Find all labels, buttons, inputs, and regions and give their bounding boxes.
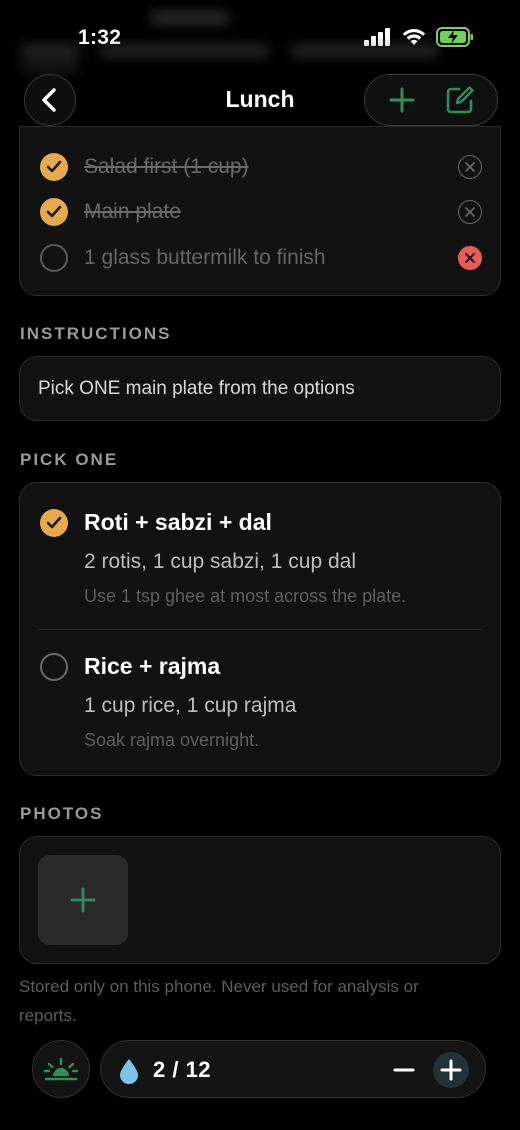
add-photo-button[interactable] xyxy=(38,855,128,945)
option-title: Roti + sabzi + dal xyxy=(84,509,272,535)
instructions-heading: INSTRUCTIONS xyxy=(20,324,172,343)
close-icon xyxy=(465,253,475,263)
add-button[interactable] xyxy=(382,80,422,120)
sunrise-button[interactable] xyxy=(32,1040,90,1098)
checklist-item[interactable]: 1 glass buttermilk to finish xyxy=(40,240,482,276)
checked-icon[interactable] xyxy=(40,198,68,226)
radio-selected-icon[interactable] xyxy=(40,509,68,537)
option-portions: 2 rotis, 1 cup sabzi, 1 cup dal xyxy=(84,550,356,573)
option-title: Rice + rajma xyxy=(84,653,221,679)
compose-icon xyxy=(446,86,474,114)
increment-water-button[interactable] xyxy=(433,1052,469,1088)
remove-item-button[interactable] xyxy=(458,155,482,179)
photos-privacy-note: Stored only on this phone. Never used fo… xyxy=(19,977,419,1025)
close-icon xyxy=(465,162,475,172)
plus-icon xyxy=(389,87,415,113)
radio-unselected-icon[interactable] xyxy=(40,653,68,681)
pick-one-heading: PICK ONE xyxy=(20,450,119,469)
checklist-item-label: Main plate xyxy=(84,200,181,223)
option-item[interactable]: Rice + rajma 1 cup rice, 1 cup rajma Soa… xyxy=(20,627,500,773)
checklist-item[interactable]: Main plate xyxy=(40,194,482,230)
remove-item-button[interactable] xyxy=(458,246,482,270)
water-count: 2 / 12 xyxy=(153,1057,212,1082)
close-icon xyxy=(465,207,475,217)
checklist-item-label: Salad first (1 cup) xyxy=(84,155,249,178)
decrement-water-button[interactable] xyxy=(389,1055,419,1085)
remove-item-button[interactable] xyxy=(458,200,482,224)
water-tracker: 2 / 12 xyxy=(100,1040,486,1098)
minus-icon xyxy=(393,1068,415,1072)
checklist-item[interactable]: Salad first (1 cup) xyxy=(40,149,482,185)
photos-heading: PHOTOS xyxy=(20,804,104,823)
option-note: Use 1 tsp ghee at most across the plate. xyxy=(84,586,407,606)
option-note: Soak rajma overnight. xyxy=(84,730,260,750)
sunrise-icon xyxy=(44,1057,78,1081)
background-blur xyxy=(20,12,460,74)
instructions-card: Pick ONE main plate from the options xyxy=(19,356,501,421)
bottom-bar: 2 / 12 xyxy=(0,1040,520,1098)
checklist-card: Salad first (1 cup) Main plate 1 glass b… xyxy=(19,126,501,296)
pick-one-card: Roti + sabzi + dal 2 rotis, 1 cup sabzi,… xyxy=(19,482,501,776)
checklist-item-label: 1 glass buttermilk to finish xyxy=(84,246,326,269)
water-drop-icon xyxy=(120,1059,138,1084)
option-item[interactable]: Roti + sabzi + dal 2 rotis, 1 cup sabzi,… xyxy=(20,483,500,629)
instructions-text: Pick ONE main plate from the options xyxy=(38,378,355,399)
nav-bar: Lunch xyxy=(0,74,520,126)
unchecked-icon[interactable] xyxy=(40,244,68,272)
plus-icon xyxy=(70,887,96,913)
plus-icon xyxy=(440,1059,462,1081)
photos-card xyxy=(19,836,501,964)
edit-button[interactable] xyxy=(440,80,480,120)
option-portions: 1 cup rice, 1 cup rajma xyxy=(84,694,297,717)
nav-actions xyxy=(364,74,498,126)
checked-icon[interactable] xyxy=(40,153,68,181)
